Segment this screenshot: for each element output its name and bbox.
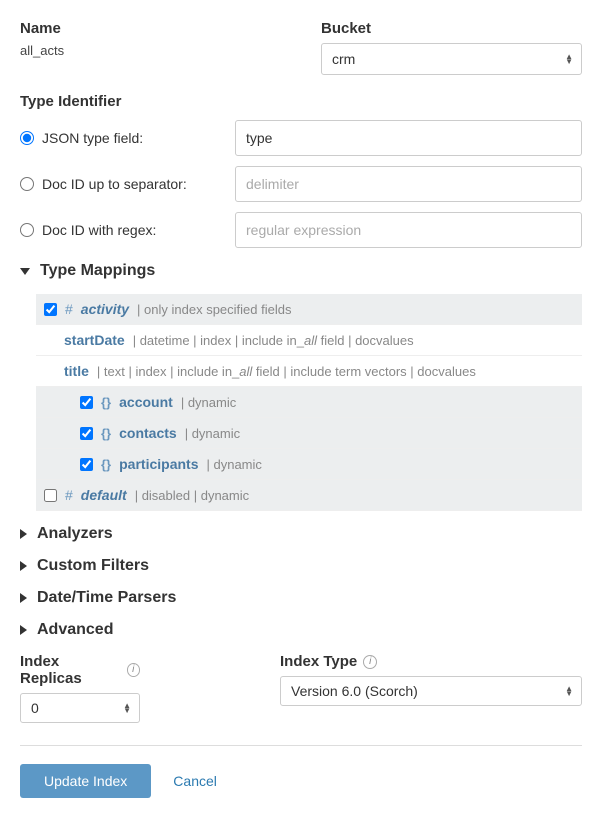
mapping-default-row[interactable]: # default | disabled | dynamic <box>36 480 582 511</box>
bucket-label: Bucket <box>321 20 582 37</box>
mapping-default-checkbox[interactable] <box>44 489 57 502</box>
mapping-default-props: | disabled | dynamic <box>135 488 249 503</box>
chevron-right-icon <box>20 529 27 539</box>
mapping-startdate-row[interactable]: startDate | datetime | index | include i… <box>36 325 582 356</box>
mapping-contacts-name: contacts <box>119 425 177 441</box>
index-type-value: Version 6.0 (Scorch) <box>291 683 418 699</box>
doc-id-regex-radio-label[interactable]: Doc ID with regex: <box>20 222 215 238</box>
custom-filters-header[interactable]: Custom Filters <box>20 557 582 575</box>
mapping-contacts-row[interactable]: {} contacts | dynamic <box>36 418 582 449</box>
mapping-participants-props: | dynamic <box>206 457 261 472</box>
select-arrows-icon: ▲▼ <box>565 54 573 64</box>
advanced-title: Advanced <box>37 621 113 639</box>
braces-icon: {} <box>101 395 111 410</box>
doc-id-separator-radio[interactable] <box>20 177 34 191</box>
type-identifier-heading: Type Identifier <box>20 93 582 110</box>
mapping-activity-checkbox[interactable] <box>44 303 57 316</box>
doc-id-separator-input[interactable] <box>235 166 582 202</box>
select-arrows-icon: ▲▼ <box>123 703 131 713</box>
doc-id-separator-text: Doc ID up to separator: <box>42 176 187 192</box>
name-value: all_acts <box>20 43 281 58</box>
braces-icon: {} <box>101 426 111 441</box>
mapping-activity-props: | only index specified fields <box>137 302 291 317</box>
cancel-button[interactable]: Cancel <box>173 773 217 789</box>
index-type-select[interactable]: Version 6.0 (Scorch) ▲▼ <box>280 676 582 706</box>
mapping-account-name: account <box>119 394 173 410</box>
divider <box>20 745 582 746</box>
mapping-default-name: default <box>81 487 127 503</box>
mapping-account-row[interactable]: {} account | dynamic <box>36 387 582 418</box>
mapping-title-props: | text | index | include in_all field | … <box>97 364 476 379</box>
mapping-participants-checkbox[interactable] <box>80 458 93 471</box>
hash-icon: # <box>65 301 73 317</box>
braces-icon: {} <box>101 457 111 472</box>
index-replicas-select[interactable]: 0 ▲▼ <box>20 693 140 723</box>
custom-filters-title: Custom Filters <box>37 557 149 575</box>
chevron-right-icon <box>20 561 27 571</box>
datetime-parsers-title: Date/Time Parsers <box>37 589 176 607</box>
mapping-startdate-name: startDate <box>64 332 125 348</box>
hash-icon: # <box>65 487 73 503</box>
doc-id-regex-radio[interactable] <box>20 223 34 237</box>
type-mappings-header[interactable]: Type Mappings <box>20 262 582 280</box>
analyzers-header[interactable]: Analyzers <box>20 525 582 543</box>
mapping-participants-row[interactable]: {} participants | dynamic <box>36 449 582 480</box>
index-replicas-value: 0 <box>31 700 39 716</box>
analyzers-title: Analyzers <box>37 525 113 543</box>
index-replicas-label: Index Replicas i <box>20 653 140 687</box>
mapping-contacts-props: | dynamic <box>185 426 240 441</box>
json-type-field-input[interactable] <box>235 120 582 156</box>
doc-id-regex-text: Doc ID with regex: <box>42 222 156 238</box>
index-type-label: Index Type i <box>280 653 582 670</box>
mapping-activity-row[interactable]: # activity | only index specified fields <box>36 294 582 325</box>
mapping-title-row[interactable]: title | text | index | include in_all fi… <box>36 356 582 387</box>
datetime-parsers-header[interactable]: Date/Time Parsers <box>20 589 582 607</box>
chevron-right-icon <box>20 593 27 603</box>
update-index-button[interactable]: Update Index <box>20 764 151 798</box>
mapping-participants-name: participants <box>119 456 198 472</box>
mapping-account-props: | dynamic <box>181 395 236 410</box>
select-arrows-icon: ▲▼ <box>565 686 573 696</box>
mapping-contacts-checkbox[interactable] <box>80 427 93 440</box>
json-type-field-radio[interactable] <box>20 131 34 145</box>
name-label: Name <box>20 20 281 37</box>
chevron-right-icon <box>20 625 27 635</box>
bucket-select-value: crm <box>332 51 355 67</box>
mapping-account-checkbox[interactable] <box>80 396 93 409</box>
mapping-activity-name: activity <box>81 301 129 317</box>
info-icon[interactable]: i <box>363 655 377 669</box>
json-type-field-radio-label[interactable]: JSON type field: <box>20 130 215 146</box>
mapping-title-name: title <box>64 363 89 379</box>
doc-id-regex-input[interactable] <box>235 212 582 248</box>
bucket-select[interactable]: crm ▲▼ <box>321 43 582 75</box>
json-type-field-text: JSON type field: <box>42 130 143 146</box>
mapping-startdate-props: | datetime | index | include in_all fiel… <box>133 333 414 348</box>
info-icon[interactable]: i <box>127 663 140 677</box>
doc-id-separator-radio-label[interactable]: Doc ID up to separator: <box>20 176 215 192</box>
advanced-header[interactable]: Advanced <box>20 621 582 639</box>
type-mappings-title: Type Mappings <box>40 262 155 280</box>
chevron-down-icon <box>20 268 30 275</box>
